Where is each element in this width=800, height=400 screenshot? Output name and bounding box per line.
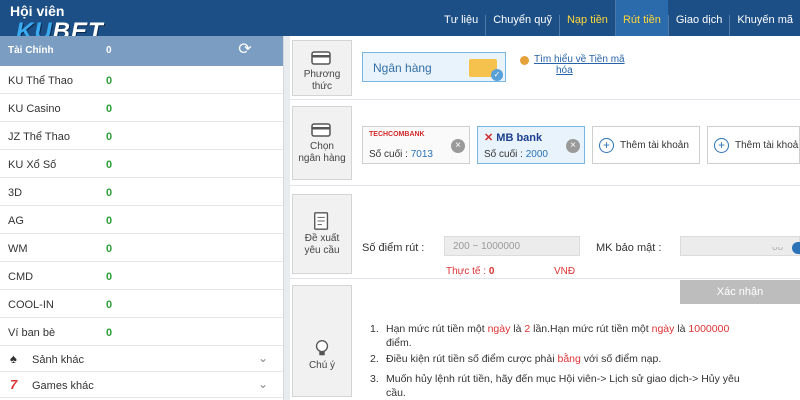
eye-hidden-icon[interactable]: ᴗᴗ [772,242,783,253]
actual-amount: Thực tế : 0 [446,266,495,277]
wallet-row: 3D 0 [0,178,283,206]
method-tile: Phương thức [292,40,352,96]
lightbulb-icon [315,340,329,356]
add-account-button[interactable]: + Thêm tài khoản [592,126,700,164]
nav-deposit[interactable]: Nạp tiền [558,15,615,36]
check-icon: ✓ [491,69,503,81]
wallet-row: WM 0 [0,234,283,262]
bank-card-mbbank[interactable]: ✕ MB bank Số cuối : 2000 × [477,126,585,164]
wallet-row: KU Casino 0 [0,94,283,122]
crypto-info-link[interactable]: Tìm hiểu về Tiền mã hóa [534,54,664,76]
method-bank-option[interactable]: Ngân hàng ✓ [362,52,506,82]
bank-card-techcombank[interactable]: TECHCOMBANK Số cuối : 7013 × [362,126,470,164]
seven-icon: 7 [10,377,18,392]
nav-promotions[interactable]: Khuyến mã [729,15,800,36]
nav-transactions[interactable]: Giao dịch [667,15,729,36]
card-icon [311,123,331,137]
password-label: MK bảo mật : [596,242,662,254]
add-account-button[interactable]: + Thêm tài khoản [707,126,800,164]
remove-icon[interactable]: × [566,139,580,153]
choose-bank-tile: Chọn ngân hàng [292,106,352,180]
wallet-row: COOL-IN 0 [0,290,283,318]
wallet-header-value: 0 [106,45,112,56]
form-icon [314,212,329,230]
notice-tile: Chú ý [292,285,352,397]
info-icon [520,56,529,65]
wallet-sidebar: Tài Chính 0 ⟳ KU Thể Thao 0 KU Casino 0 JZ… [0,36,284,400]
withdraw-panel: Phương thức Ngân hàng ✓ Tìm hiểu về Tiền… [290,36,800,400]
refresh-icon[interactable]: ⟳ [236,41,254,59]
nav-withdraw[interactable]: Rút tiền [614,0,668,36]
menu-other-games[interactable]: 7 Games khác ⌄ [0,372,283,398]
currency-label: VNĐ [554,266,576,277]
wallet-row: Ví ban bè 0 [0,318,283,346]
remove-icon[interactable]: × [451,139,465,153]
chevron-down-icon[interactable]: ⌄ [258,351,268,365]
spade-icon: ♠ [10,351,17,366]
wallet-header: Tài Chính 0 ⟳ [0,36,283,66]
nav-transfer[interactable]: Chuyển quỹ [485,15,559,36]
wallet-row: CMD 0 [0,262,283,290]
wallet-row: KU Thể Thao 0 [0,66,283,94]
card-icon [311,51,331,65]
method-section: Phương thức Ngân hàng ✓ Tìm hiểu về Tiền… [290,36,800,100]
wallet-row: AG 0 [0,206,283,234]
points-label: Số điểm rút : [362,242,425,254]
chevron-down-icon[interactable]: ⌄ [258,377,268,391]
points-input[interactable]: 200 ~ 1000000 [444,236,580,256]
request-section: Đề xuất yêu cầu [290,186,800,278]
plus-icon: + [714,138,729,153]
wallet-row: JZ Thể Thao 0 [0,122,283,150]
menu-other-lobbies[interactable]: ♠ Sảnh khác ⌄ [0,346,283,372]
password-toggle[interactable] [792,242,800,254]
request-tile: Đề xuất yêu cầu [292,194,352,274]
wallet-header-label: Tài Chính [8,45,54,56]
top-header: Hội viên KUBET Tư liệu Chuyển quỹ Nạp ti… [0,0,800,44]
nav-profile[interactable]: Tư liệu [437,15,485,36]
top-nav: Tư liệu Chuyển quỹ Nạp tiền Rút tiền Gia… [437,0,800,36]
member-title: Hội viên [10,3,65,19]
plus-icon: + [599,138,614,153]
wallet-row: KU Xổ Số 0 [0,150,283,178]
